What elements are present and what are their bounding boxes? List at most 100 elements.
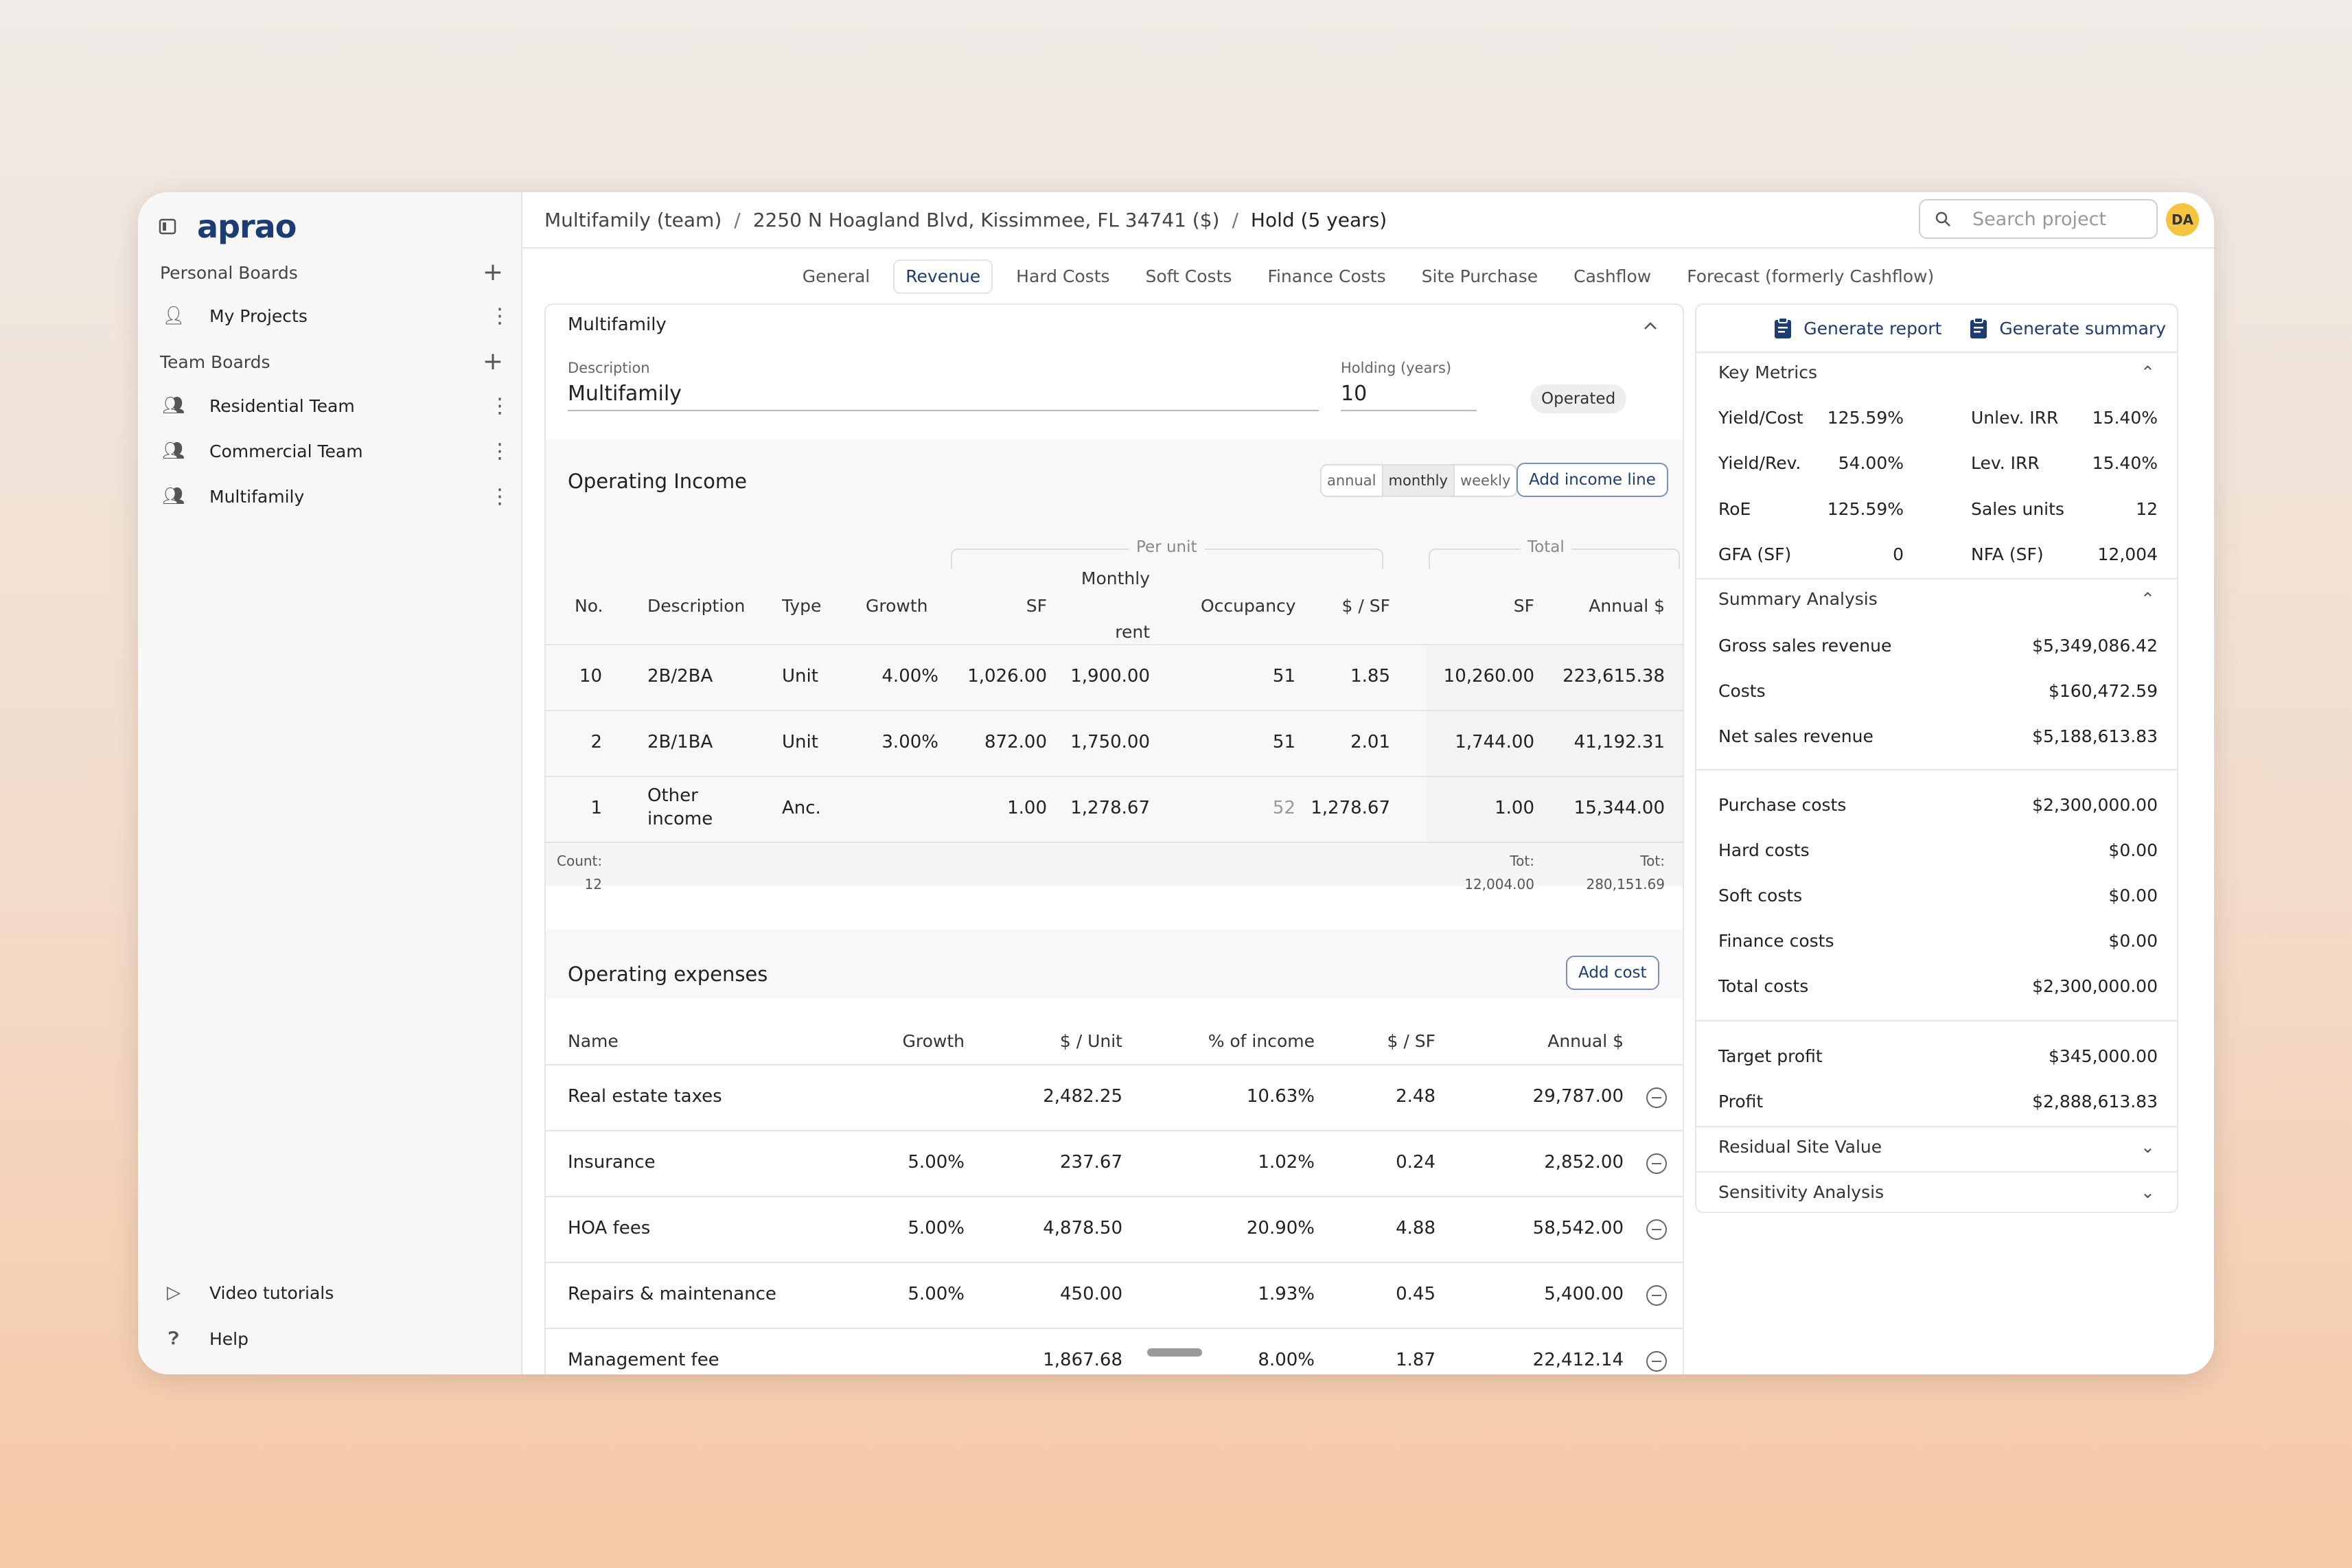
summary-purchase: Purchase costs $2,300,000.00 [1718, 795, 2158, 815]
scroll-handle[interactable] [1147, 1348, 1202, 1357]
add-cost-button[interactable]: Add cost [1566, 956, 1659, 990]
summary-analysis-header[interactable]: Summary Analysis ⌃ [1696, 578, 2177, 619]
description-input[interactable]: Multifamily [568, 382, 1319, 411]
tab-finance-costs[interactable]: Finance Costs [1255, 260, 1398, 294]
holding-input[interactable]: 10 [1341, 382, 1477, 411]
group-icon: 👥︎ [162, 395, 185, 416]
summary-profit: Profit $2,888,613.83 [1718, 1092, 2158, 1111]
add-income-line-button[interactable]: Add income line [1517, 463, 1668, 497]
summary-value: $2,888,613.83 [2032, 1092, 2158, 1111]
generate-report-button[interactable]: Generate report [1773, 317, 1941, 339]
cell-annual: 5,400.00 [1544, 1284, 1624, 1304]
period-weekly[interactable]: weekly [1455, 465, 1516, 496]
col-monthly: Monthly [1081, 568, 1150, 588]
col-sf: SF [1026, 596, 1047, 616]
chevron-down-icon[interactable]: ⌄ [2141, 1137, 2155, 1157]
sensitivity-analysis-label: Sensitivity Analysis [1718, 1182, 1884, 1202]
more-icon[interactable]: ⋮ [489, 394, 510, 418]
cell-per-unit: 1,867.68 [1043, 1350, 1122, 1370]
operated-badge[interactable]: Operated [1530, 384, 1627, 413]
exp-col-annual: Annual $ [1547, 1031, 1624, 1051]
sidebar-item-help[interactable]: ❓︎ Help [160, 1322, 503, 1356]
sidebar-toggle-icon[interactable] [159, 218, 176, 235]
col-occupancy: Occupancy [1201, 596, 1296, 616]
col-description: Description [647, 596, 746, 616]
tab-general[interactable]: General [790, 260, 883, 294]
remove-icon[interactable] [1646, 1285, 1667, 1306]
remove-icon[interactable] [1646, 1087, 1667, 1108]
table-row[interactable]: Real estate taxes 2,482.25 10.63% 2.48 2… [546, 1064, 1683, 1130]
table-row[interactable]: Management fee 1,867.68 8.00% 1.87 22,41… [546, 1328, 1683, 1374]
tab-soft-costs[interactable]: Soft Costs [1133, 260, 1245, 294]
chevron-up-icon[interactable]: ⌃ [2141, 589, 2155, 609]
remove-icon[interactable] [1646, 1219, 1667, 1240]
remove-icon[interactable] [1646, 1351, 1667, 1372]
count-label: Count: [557, 853, 603, 869]
breadcrumb-address[interactable]: 2250 N Hoagland Blvd, Kissimmee, FL 3474… [753, 209, 1220, 231]
generate-summary-button[interactable]: Generate summary [1969, 317, 2166, 339]
table-row[interactable]: 2 2B/1BA Unit 3.00% 872.00 1,750.00 51 2… [546, 710, 1683, 776]
col-growth: Growth [866, 596, 928, 616]
sidebar-item-my-projects[interactable]: 👤︎ My Projects ⋮ [160, 299, 510, 333]
holding-label: Holding (years) [1341, 360, 1452, 376]
metric-value: 15.40% [2092, 408, 2158, 428]
generate-summary-label: Generate summary [1999, 318, 2166, 338]
tab-hard-costs[interactable]: Hard Costs [1004, 260, 1122, 294]
app-window: aprao Personal Boards + 👤︎ My Projects ⋮… [138, 192, 2214, 1374]
summary-label: Net sales revenue [1718, 726, 1873, 746]
sidebar-item-residential-team[interactable]: 👥︎ Residential Team ⋮ [160, 389, 510, 423]
chevron-up-icon[interactable] [1643, 321, 1658, 331]
cell-description-line2: income [647, 809, 713, 829]
cell-growth: 3.00% [881, 732, 938, 752]
tab-cashflow[interactable]: Cashflow [1561, 260, 1663, 294]
residual-site-value-header[interactable]: Residual Site Value ⌄ [1696, 1126, 2177, 1166]
sidebar-item-commercial-team[interactable]: 👥︎ Commercial Team ⋮ [160, 434, 510, 468]
cell-pct: 10.63% [1246, 1086, 1315, 1107]
table-row[interactable]: Insurance 5.00% 237.67 1.02% 0.24 2,852.… [546, 1130, 1683, 1196]
metric-label: Lev. IRR [1971, 453, 2040, 473]
key-metrics-header[interactable]: Key Metrics ⌃ [1696, 353, 2177, 392]
chevron-down-icon[interactable]: ⌄ [2141, 1182, 2155, 1202]
sidebar-item-label: Multifamily [209, 486, 305, 507]
cell-type: Unit [782, 732, 818, 752]
cell-no: 2 [590, 732, 602, 752]
cell-total-sf: 1,744.00 [1455, 732, 1534, 752]
more-icon[interactable]: ⋮ [489, 304, 510, 328]
cell-name: HOA fees [568, 1218, 651, 1238]
cell-name: Insurance [568, 1152, 656, 1173]
sidebar-item-multifamily[interactable]: 👥︎ Multifamily ⋮ [160, 479, 510, 514]
table-row[interactable]: HOA fees 5.00% 4,878.50 20.90% 4.88 58,5… [546, 1196, 1683, 1262]
tab-revenue[interactable]: Revenue [893, 260, 993, 294]
metric-gfa: GFA (SF) 0 [1718, 544, 1904, 564]
cell-pct: 1.02% [1258, 1152, 1315, 1173]
more-icon[interactable]: ⋮ [489, 485, 510, 509]
breadcrumb-team[interactable]: Multifamily (team) [544, 209, 722, 231]
app-logo[interactable]: aprao [197, 208, 297, 245]
period-annual[interactable]: annual [1322, 465, 1383, 496]
avatar[interactable]: DA [2166, 203, 2199, 236]
metric-label: NFA (SF) [1971, 544, 2044, 564]
more-icon[interactable]: ⋮ [489, 439, 510, 463]
sensitivity-analysis-header[interactable]: Sensitivity Analysis ⌄ [1696, 1171, 2177, 1212]
chevron-up-icon[interactable]: ⌃ [2141, 362, 2155, 382]
breadcrumb-scenario[interactable]: Hold (5 years) [1251, 209, 1387, 231]
add-personal-board-icon[interactable]: + [483, 260, 503, 285]
exp-col-name: Name [568, 1031, 619, 1051]
table-row[interactable]: 10 2B/2BA Unit 4.00% 1,026.00 1,900.00 5… [546, 644, 1683, 710]
tab-forecast[interactable]: Forecast (formerly Cashflow) [1674, 260, 1946, 294]
cell-annual: 58,542.00 [1532, 1218, 1624, 1238]
search-input[interactable]: Search project [1919, 199, 2158, 239]
search-icon [1935, 211, 1950, 227]
cell-annual: 223,615.38 [1563, 666, 1665, 687]
sidebar-item-video-tutorials[interactable]: ▷ Video tutorials [160, 1276, 503, 1310]
metric-value: 0 [1893, 544, 1904, 564]
remove-icon[interactable] [1646, 1153, 1667, 1174]
table-row[interactable]: 1 Other income Anc. 1.00 1,278.67 52 1,2… [546, 776, 1683, 842]
cell-per-sf: 0.24 [1396, 1152, 1436, 1173]
period-monthly[interactable]: monthly [1383, 465, 1455, 496]
tab-site-purchase[interactable]: Site Purchase [1409, 260, 1550, 294]
add-team-board-icon[interactable]: + [483, 349, 503, 374]
sidebar: aprao Personal Boards + 👤︎ My Projects ⋮… [138, 192, 522, 1374]
table-row[interactable]: Repairs & maintenance 5.00% 450.00 1.93%… [546, 1262, 1683, 1328]
cell-per-unit: 4,878.50 [1043, 1218, 1122, 1238]
